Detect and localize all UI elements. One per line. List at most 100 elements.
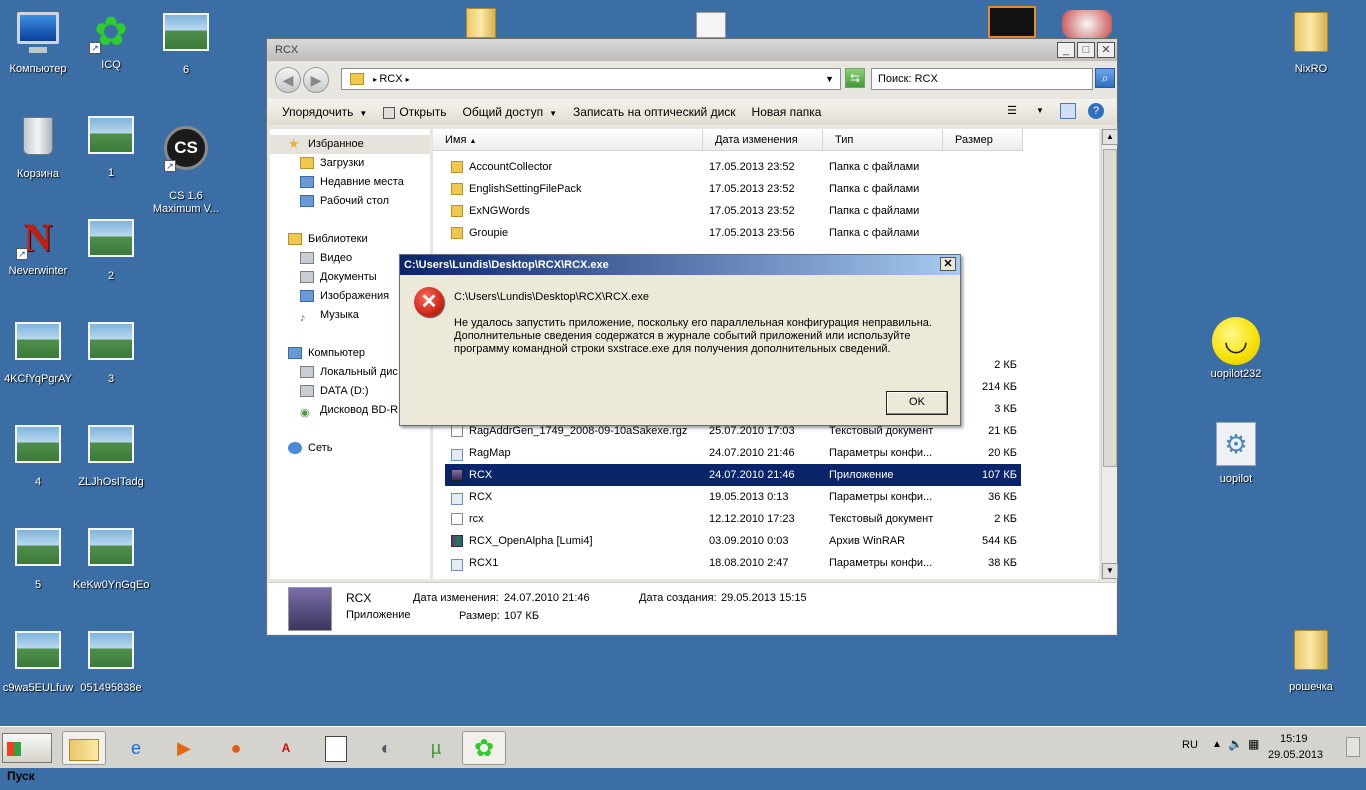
- chevron-down-icon[interactable]: ▼: [1032, 103, 1048, 119]
- desktop-icon-c9wa[interactable]: c9wa5EULfuw: [0, 626, 76, 695]
- folder-icon: [451, 205, 463, 217]
- refresh-button[interactable]: ⇆: [845, 68, 865, 88]
- desktop-icon-0514[interactable]: 051495838e: [73, 626, 149, 695]
- desktop-icon-kekw[interactable]: KeKw0YnGqEo: [73, 523, 149, 592]
- nav-item-recent[interactable]: Недавние места: [270, 173, 430, 192]
- dialog-close-button[interactable]: ✕: [940, 257, 956, 271]
- share-button[interactable]: Общий доступ ▼: [454, 105, 565, 119]
- desktop-icon-cs16[interactable]: CS ↗ CS 1.6 Maximum V...: [148, 111, 224, 229]
- image-thumbnail-icon: [14, 322, 62, 370]
- game-shortcut-icon[interactable]: [988, 6, 1036, 38]
- nav-item-desktop[interactable]: Рабочий стол: [270, 192, 430, 211]
- desktop-icon-icq[interactable]: ✿ ↗ ICQ: [73, 8, 149, 72]
- scroll-up-arrow-icon[interactable]: ▲: [1102, 129, 1118, 145]
- network-status-icon[interactable]: ▦: [1248, 737, 1259, 751]
- table-row[interactable]: RCX 19.05.2013 0:13 Параметры конфи... 36 К…: [445, 486, 1021, 508]
- media-player-icon[interactable]: ▶: [162, 731, 206, 765]
- close-button[interactable]: ✕: [1097, 42, 1115, 58]
- scrollbar-thumb[interactable]: [1103, 149, 1117, 467]
- volume-icon[interactable]: 🔈: [1228, 737, 1243, 751]
- forward-button[interactable]: ▶: [303, 67, 329, 93]
- table-row[interactable]: EnglishSettingFilePack 17.05.2013 23:52 Па…: [445, 178, 1021, 200]
- desktop-icon-uopilot232[interactable]: ◡ uopilot232: [1198, 317, 1274, 381]
- text-file-icon[interactable]: [696, 12, 726, 38]
- nav-item-downloads[interactable]: Загрузки: [270, 154, 430, 173]
- file-thumbnail: [288, 587, 332, 631]
- organize-button[interactable]: Упорядочить ▼: [268, 105, 375, 119]
- desktop-icon-3[interactable]: 3: [73, 317, 149, 386]
- clock-time[interactable]: 15:19: [1280, 733, 1308, 745]
- search-icon[interactable]: ⌕: [1095, 68, 1115, 88]
- image-thumbnail-icon: [87, 425, 135, 473]
- folder-icon[interactable]: [466, 8, 496, 38]
- column-header-size[interactable]: Размер: [943, 129, 1023, 151]
- desktop-icon-zljh[interactable]: ZLJhOsITadg: [73, 420, 149, 489]
- vertical-scrollbar[interactable]: ▲ ▼: [1101, 129, 1118, 579]
- desktop-icon-6[interactable]: 6: [148, 8, 224, 77]
- icq-taskbar-icon[interactable]: ✿: [462, 731, 506, 765]
- desktop-icon-roshechka[interactable]: рошечка: [1273, 626, 1349, 694]
- address-box[interactable]: ▸ RCX ▸ ▼: [341, 68, 841, 90]
- table-row[interactable]: RagMap 24.07.2010 21:46 Параметры конфи...…: [445, 442, 1021, 464]
- internet-explorer-icon[interactable]: e: [114, 731, 158, 765]
- desktop-icon-neverwinter[interactable]: N ↗ Neverwinter: [0, 214, 76, 278]
- breadcrumb[interactable]: RCX: [379, 73, 402, 85]
- preview-pane-icon[interactable]: [1060, 103, 1076, 119]
- table-row-selected[interactable]: RCX 24.07.2010 21:46 Приложение 107 КБ: [445, 464, 1021, 486]
- new-folder-button[interactable]: Новая папка: [744, 105, 830, 119]
- dialog-titlebar[interactable]: C:\Users\Lundis\Desktop\RCX\RCX.exe ✕: [400, 255, 960, 275]
- clock-date[interactable]: 29.05.2013: [1268, 749, 1323, 761]
- image-thumbnail-icon: [87, 116, 135, 164]
- explorer-titlebar[interactable]: RCX _ □ ✕: [267, 39, 1117, 61]
- star-icon: ★: [288, 136, 300, 152]
- minimize-button[interactable]: _: [1057, 42, 1075, 58]
- desktop-icon-4kcf[interactable]: 4KCfYqPgrAY: [0, 317, 76, 386]
- desktop-icon-uopilot[interactable]: ⚙ uopilot: [1198, 420, 1274, 486]
- nav-item-favorites[interactable]: ★ Избранное: [270, 135, 430, 154]
- column-header-date[interactable]: Дата изменения: [703, 129, 823, 151]
- explorer-taskbar-icon[interactable]: [62, 731, 106, 765]
- desktop-icon-2[interactable]: 2: [73, 214, 149, 283]
- details-modified-label: Дата изменения:: [413, 592, 499, 604]
- column-header-type[interactable]: Тип: [823, 129, 943, 151]
- notepad-app-icon[interactable]: [314, 731, 358, 765]
- nav-item-libraries[interactable]: Библиотеки: [270, 230, 430, 249]
- utorrent-icon[interactable]: µ: [414, 731, 458, 765]
- details-size-label: Размер:: [459, 610, 500, 622]
- table-row[interactable]: RCX_OpenAlpha [Lumi4] 03.09.2010 0:03 Архи…: [445, 530, 1021, 552]
- desktop-icon-1[interactable]: 1: [73, 111, 149, 180]
- mascot-icon[interactable]: [1062, 10, 1112, 38]
- help-icon[interactable]: ?: [1088, 103, 1104, 119]
- ventrilo-icon[interactable]: ◐: [364, 731, 408, 765]
- table-row[interactable]: AccountCollector 17.05.2013 23:52 Папка с …: [445, 156, 1021, 178]
- desktop-icon-recycle-bin[interactable]: Корзина: [0, 111, 76, 181]
- firefox-icon[interactable]: ●: [214, 731, 258, 765]
- acdsee-icon[interactable]: A: [264, 731, 308, 765]
- show-hidden-icons-icon[interactable]: ▲: [1212, 739, 1222, 750]
- language-indicator[interactable]: RU: [1182, 739, 1198, 751]
- image-thumbnail-icon: [87, 219, 135, 267]
- maximize-button[interactable]: □: [1077, 42, 1095, 58]
- search-input[interactable]: Поиск: RCX: [871, 68, 1093, 90]
- start-button[interactable]: Пуск: [2, 733, 52, 783]
- table-row[interactable]: RCX1 18.08.2010 2:47 Параметры конфи... 38 …: [445, 552, 1021, 574]
- table-row[interactable]: ExNGWords 17.05.2013 23:52 Папка с файлами: [445, 200, 1021, 222]
- nav-item-network[interactable]: Сеть: [270, 439, 430, 458]
- desktop-icon-5[interactable]: 5: [0, 523, 76, 592]
- open-button[interactable]: Открыть: [375, 105, 454, 119]
- burn-button[interactable]: Записать на оптический диск: [565, 105, 744, 119]
- show-desktop-button[interactable]: [1346, 737, 1360, 757]
- table-row[interactable]: rcx 12.12.2010 17:23 Текстовый документ 2 К…: [445, 508, 1021, 530]
- column-header-name[interactable]: Имя ▲: [433, 129, 703, 151]
- libraries-icon: [288, 233, 302, 246]
- chevron-down-icon[interactable]: ▼: [825, 69, 834, 89]
- desktop-icon-nixro[interactable]: NixRO: [1273, 8, 1349, 76]
- table-row[interactable]: Groupie 17.05.2013 23:56 Папка с файлами: [445, 222, 1021, 244]
- desktop-icon-computer[interactable]: Компьютер: [0, 8, 76, 76]
- desktop-icon-4[interactable]: 4: [0, 420, 76, 489]
- back-button[interactable]: ◀: [275, 67, 301, 93]
- ok-button[interactable]: OK: [886, 391, 948, 415]
- chevron-right-icon[interactable]: ▸: [406, 75, 410, 84]
- view-options-icon[interactable]: ☰: [1004, 103, 1020, 119]
- scroll-down-arrow-icon[interactable]: ▼: [1102, 563, 1118, 579]
